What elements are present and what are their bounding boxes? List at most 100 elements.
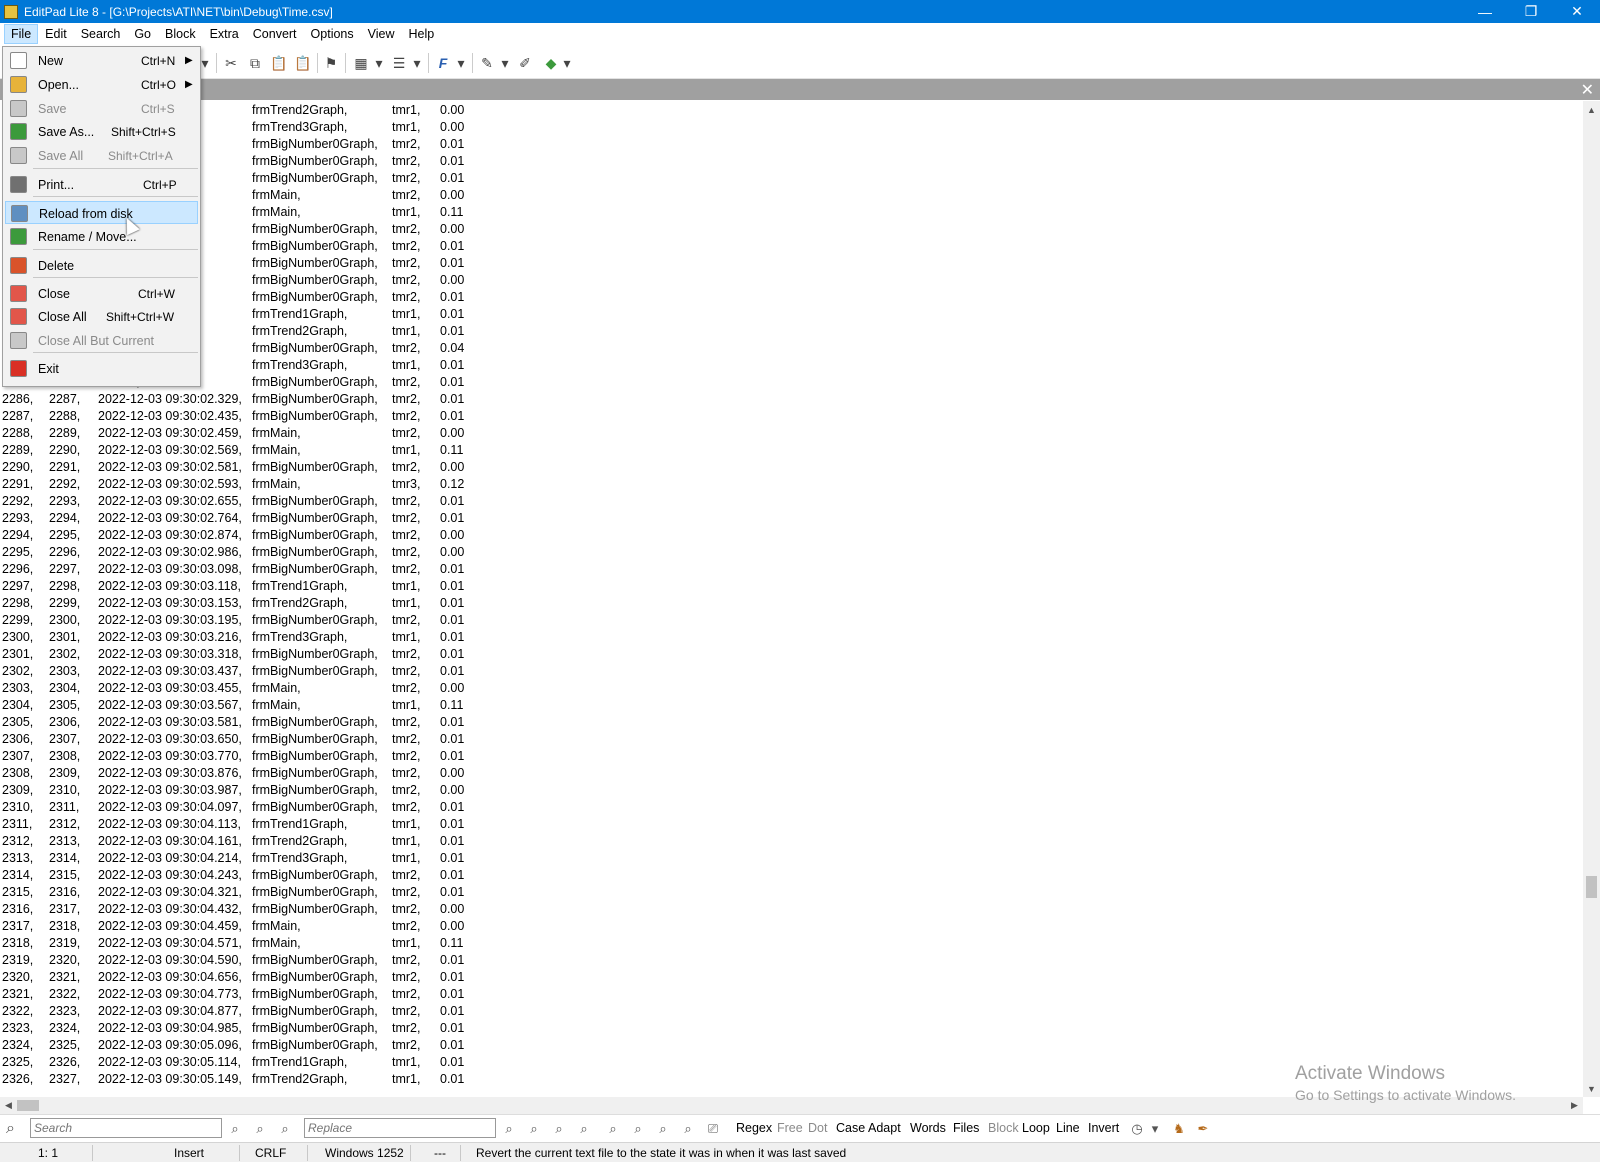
horizontal-scroll-thumb[interactable] [17, 1100, 39, 1111]
paste-icon[interactable]: 📋 [294, 54, 312, 72]
replace-next-icon[interactable]: ⌕ [550, 1120, 568, 1138]
find-previous-icon[interactable]: ⌕ [251, 1120, 269, 1138]
find-all-icon[interactable]: ⌕ [629, 1120, 647, 1138]
edit-settings-icon[interactable]: ✐ [516, 54, 534, 72]
menu-bar: File Edit Search Go Block Extra Convert … [0, 23, 1600, 45]
text-editor[interactable]: 01.143,frmTrend2Graph,tmr1,0.0001.207,fr… [0, 101, 1583, 1097]
option-adapt[interactable]: Adapt [868, 1121, 901, 1135]
scroll-down-icon[interactable]: ▼ [1583, 1080, 1600, 1097]
menu-item-new[interactable]: New Ctrl+N ▶ [5, 49, 198, 72]
feather-icon[interactable]: ✒ [1194, 1120, 1212, 1138]
replace-input[interactable] [304, 1118, 496, 1138]
option-loop[interactable]: Loop [1022, 1121, 1050, 1135]
watermark-title: Activate Windows [1295, 1063, 1445, 1084]
minimize-button[interactable]: — [1462, 0, 1508, 23]
find-next-icon[interactable]: ⌕ [276, 1120, 294, 1138]
fold-icon[interactable]: ⌕ [654, 1120, 672, 1138]
option-files[interactable]: Files [953, 1121, 979, 1135]
vertical-scrollbar[interactable]: ▲ ▼ [1583, 101, 1600, 1097]
menu-item-label: Close All But Current [38, 334, 155, 348]
menu-item-delete[interactable]: Delete [5, 254, 198, 277]
record-id: 2311, [49, 800, 80, 814]
menu-item-exit[interactable]: Exit [5, 357, 198, 380]
scroll-up-icon[interactable]: ▲ [1583, 101, 1600, 118]
title-bar: EditPad Lite 8 - [G:\Projects\ATI\NET\bi… [0, 0, 1600, 23]
record-id: 2287, [49, 392, 81, 406]
menu-item-close-all-but-current[interactable]: Close All But Current [5, 329, 198, 352]
option-line[interactable]: Line [1056, 1121, 1080, 1135]
menu-edit[interactable]: Edit [38, 24, 74, 44]
menu-search[interactable]: Search [74, 24, 128, 44]
option-words[interactable]: Words [910, 1121, 946, 1135]
option-block[interactable]: Block [988, 1121, 1019, 1135]
menu-view[interactable]: View [361, 24, 402, 44]
scroll-left-icon[interactable]: ◀ [0, 1097, 17, 1114]
chevron-down-icon[interactable]: ▾ [496, 54, 514, 72]
chevron-down-icon[interactable]: ▾ [408, 54, 426, 72]
timestamp: 2022-12-03 09:30:03.581, [98, 715, 242, 729]
form-name: frmMain, [252, 698, 301, 712]
menu-help[interactable]: Help [402, 24, 442, 44]
search-input[interactable] [30, 1118, 222, 1138]
replace-icon[interactable]: ⌕ [500, 1120, 518, 1138]
menu-item-save[interactable]: Save Ctrl+S [5, 97, 198, 120]
duration: 0.01 [440, 1004, 465, 1018]
menu-item-close-all[interactable]: Close All Shift+Ctrl+W [5, 305, 198, 328]
copy-icon[interactable]: ⧉ [246, 54, 264, 72]
option-regex[interactable]: Regex [736, 1121, 772, 1135]
columns-icon[interactable]: ▦ [352, 54, 370, 72]
option-case[interactable]: Case [836, 1121, 865, 1135]
replace-all-icon[interactable]: ⌕ [575, 1120, 593, 1138]
close-window-button[interactable]: ✕ [1554, 0, 1600, 23]
menu-file[interactable]: File [4, 24, 39, 44]
highlight-icon[interactable]: ⌕ [604, 1120, 622, 1138]
menu-go[interactable]: Go [127, 24, 158, 44]
menu-item-shortcut: Shift+Ctrl+W [106, 310, 175, 324]
menu-item-open[interactable]: Open... Ctrl+O ▶ [5, 73, 198, 96]
menu-item-print[interactable]: Print... Ctrl+P [5, 173, 198, 196]
owl-icon[interactable]: ♞ [1170, 1120, 1188, 1138]
timestamp: 2022-12-03 09:30:03.098, [98, 562, 242, 576]
duration: 0.01 [440, 1038, 465, 1052]
chevron-down-icon[interactable]: ▾ [452, 54, 470, 72]
option-invert[interactable]: Invert [1088, 1121, 1119, 1135]
copy-append-icon[interactable]: 📋 [270, 54, 288, 72]
timer-name: tmr2, [392, 460, 421, 474]
menu-extra[interactable]: Extra [203, 24, 246, 44]
find-first-icon[interactable]: ⌕ [226, 1120, 244, 1138]
clock-icon[interactable]: ◷ [1128, 1120, 1146, 1138]
scroll-right-icon[interactable]: ▶ [1566, 1097, 1583, 1114]
search-history-icon[interactable]: ⎚ [704, 1120, 722, 1138]
font-icon[interactable]: F [434, 54, 452, 72]
option-free[interactable]: Free [777, 1121, 803, 1135]
menu-item-reload-from-disk[interactable]: Reload from disk [5, 201, 198, 224]
duration: 0.01 [440, 154, 465, 168]
menu-item-save-all[interactable]: Save All Shift+Ctrl+A [5, 144, 198, 167]
close-tab-icon[interactable]: ✕ [1581, 80, 1594, 100]
chevron-down-icon[interactable]: ▾ [558, 54, 576, 72]
mark-icon[interactable]: ⌕ [679, 1120, 697, 1138]
menu-block[interactable]: Block [158, 24, 203, 44]
chevron-down-icon[interactable]: ▾ [370, 54, 388, 72]
vertical-scroll-thumb[interactable] [1586, 876, 1597, 898]
menu-convert[interactable]: Convert [246, 24, 304, 44]
timer-name: tmr1, [392, 443, 421, 457]
clipboard-icon[interactable]: ⚑ [322, 54, 340, 72]
menu-item-save-as[interactable]: Save As... Shift+Ctrl+S [5, 120, 198, 143]
restore-button[interactable]: ❐ [1508, 0, 1554, 23]
line-number: 2291, [2, 477, 34, 491]
option-dot[interactable]: Dot [808, 1121, 827, 1135]
line-ending[interactable]: CRLF [255, 1146, 286, 1160]
cut-icon[interactable]: ✂ [222, 54, 240, 72]
menu-options[interactable]: Options [304, 24, 361, 44]
edit-mode[interactable]: Insert [174, 1146, 204, 1160]
encoding[interactable]: Windows 1252 [325, 1146, 404, 1160]
word-wrap-icon[interactable]: ☰ [390, 54, 408, 72]
menu-item-rename-move[interactable]: Rename / Move... [5, 225, 198, 248]
replace-previous-icon[interactable]: ⌕ [525, 1120, 543, 1138]
spell-check-icon[interactable]: ✎ [478, 54, 496, 72]
menu-item-close[interactable]: Close Ctrl+W [5, 282, 198, 305]
line-number: 2300, [2, 630, 34, 644]
timer-name: tmr2, [392, 154, 421, 168]
chevron-down-icon[interactable]: ▾ [1146, 1120, 1164, 1138]
